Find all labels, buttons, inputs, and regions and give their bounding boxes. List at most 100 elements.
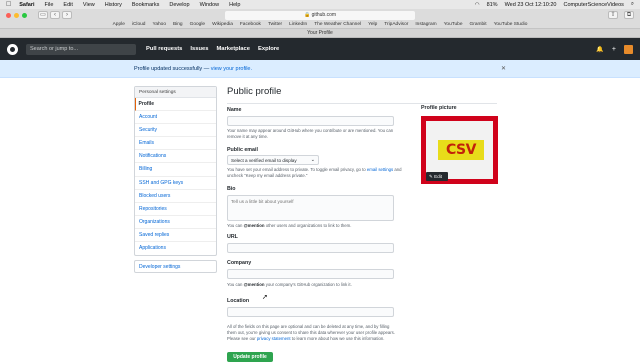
favorite-link[interactable]: Wikipedia — [212, 22, 233, 27]
user-name[interactable]: ComputerScienceVideos — [563, 2, 623, 8]
menu-view[interactable]: View — [83, 2, 95, 8]
settings-sidebar: Personal settings Profile Account Securi… — [134, 86, 217, 257]
share-icon[interactable]: ⇧ — [608, 11, 618, 19]
menu-help[interactable]: Help — [229, 2, 240, 8]
company-note: You can @mention your company's GitHub o… — [227, 282, 402, 288]
nav-marketplace[interactable]: Marketplace — [216, 46, 250, 52]
email-note-text: You have set your email address to priva… — [227, 167, 366, 172]
wifi-icon[interactable]: ◠ — [475, 2, 480, 8]
safari-toolbar: ▭ ‹ › 🔒 github.com ⇧ ⧉ — [0, 9, 640, 21]
favorite-link[interactable]: Instagram — [415, 22, 436, 27]
tabs-icon[interactable]: ⧉ — [624, 11, 634, 19]
search-input[interactable] — [26, 43, 136, 55]
favorite-link[interactable]: TripAdvisor — [384, 22, 408, 27]
favorite-link[interactable]: Apple — [113, 22, 125, 27]
sidebar-item-security[interactable]: Security — [135, 124, 216, 138]
apple-menu-icon[interactable]:  — [6, 1, 11, 8]
favorite-link[interactable]: YouTube — [444, 22, 463, 27]
public-email-label: Public email — [227, 147, 258, 153]
notifications-bell-icon[interactable]: 🔔 — [596, 46, 603, 53]
address-bar[interactable]: 🔒 github.com — [225, 10, 415, 20]
sidebar-item-organizations[interactable]: Organizations — [135, 216, 216, 229]
menu-window[interactable]: Window — [200, 2, 220, 8]
company-label: Company — [227, 260, 252, 266]
macos-menubar:  Safari File Edit View History Bookmark… — [0, 0, 640, 9]
name-field[interactable] — [227, 116, 394, 126]
favorite-link[interactable]: Grambit — [470, 22, 487, 27]
nav-pull-requests[interactable]: Pull requests — [146, 46, 182, 52]
sidebar-item-repositories[interactable]: Repositories — [135, 203, 216, 216]
sidebar-item-billing[interactable]: Billing — [135, 163, 216, 177]
favorite-link[interactable]: Facebook — [240, 22, 261, 27]
minimize-window-icon[interactable] — [14, 12, 19, 18]
new-plus-icon[interactable]: + — [612, 46, 616, 53]
avatar[interactable] — [624, 44, 633, 54]
favorite-link[interactable]: Google — [190, 22, 205, 27]
back-icon[interactable]: ‹ — [50, 11, 60, 19]
github-header: Pull requests Issues Marketplace Explore… — [0, 38, 640, 60]
menu-bookmarks[interactable]: Bookmarks — [132, 2, 160, 8]
close-icon[interactable]: ✕ — [501, 60, 506, 78]
forward-icon[interactable]: › — [62, 11, 72, 19]
favorite-link[interactable]: YouTube Studio — [494, 22, 528, 27]
chevron-down-icon: ⌄ — [310, 157, 315, 163]
sidebar-item-saved-replies[interactable]: Saved replies — [135, 229, 216, 243]
company-field[interactable] — [227, 269, 394, 279]
sidebar-toggle-icon[interactable]: ▭ — [38, 11, 48, 19]
name-label: Name — [227, 107, 242, 113]
consent-note: All of the fields on this page are optio… — [227, 324, 399, 342]
sidebar-heading: Personal settings — [135, 87, 216, 98]
menu-history[interactable]: History — [105, 2, 122, 8]
consent-note-text-2: to learn more about how we use this info… — [291, 336, 385, 341]
name-note: Your name may appear around GitHub where… — [227, 128, 394, 139]
favorite-link[interactable]: iCloud — [132, 22, 146, 27]
tab-your-profile[interactable]: Your Profile — [0, 29, 640, 38]
flash-message: Profile updated successfully — — [134, 66, 210, 72]
favorite-link[interactable]: Twitter — [268, 22, 282, 27]
menu-edit[interactable]: Edit — [63, 2, 72, 8]
url-field[interactable] — [227, 243, 394, 253]
favorite-link[interactable]: Yelp — [368, 22, 377, 27]
nav-issues[interactable]: Issues — [190, 46, 208, 52]
profile-picture-inner: CSV — [426, 121, 493, 179]
sidebar-item-emails[interactable]: Emails — [135, 137, 216, 151]
edit-picture-button[interactable]: ✎ Edit — [426, 172, 448, 181]
sidebar-item-developer-settings[interactable]: Developer settings — [134, 260, 217, 273]
update-profile-button[interactable]: Update profile — [227, 352, 273, 362]
location-field[interactable] — [227, 307, 394, 317]
sidebar-item-applications[interactable]: Applications — [135, 242, 216, 255]
sidebar-item-profile[interactable]: Profile — [135, 98, 216, 112]
zoom-window-icon[interactable] — [22, 12, 27, 18]
company-note-text: You can — [227, 282, 243, 287]
menu-safari[interactable]: Safari — [19, 2, 34, 8]
location-label: Location — [227, 298, 250, 304]
battery-percent[interactable]: 81% — [487, 2, 498, 8]
favorite-link[interactable]: Bing — [173, 22, 183, 27]
public-email-selected: Select a verified email to display — [231, 158, 297, 163]
sidebar-item-notifications[interactable]: Notifications — [135, 150, 216, 164]
sidebar-item-blocked-users[interactable]: Blocked users — [135, 190, 216, 203]
profile-picture-label: Profile picture — [421, 105, 457, 111]
email-note: You have set your email address to priva… — [227, 167, 402, 179]
bio-note: You can @mention other users and organiz… — [227, 223, 402, 229]
nav-explore[interactable]: Explore — [258, 46, 279, 52]
public-email-select[interactable]: Select a verified email to display ⌄ — [227, 155, 319, 165]
bio-textarea[interactable] — [227, 195, 394, 221]
favorite-link[interactable]: Yahoo — [152, 22, 166, 27]
view-profile-link[interactable]: view your profile. — [211, 66, 252, 72]
menu-file[interactable]: File — [45, 2, 54, 8]
url-text: github.com — [311, 11, 337, 18]
close-window-icon[interactable] — [6, 12, 11, 18]
email-settings-link[interactable]: email settings — [367, 167, 393, 172]
privacy-statement-link[interactable]: privacy statement — [257, 336, 291, 341]
clock[interactable]: Wed 23 Oct 12:10:20 — [505, 2, 557, 8]
menu-develop[interactable]: Develop — [169, 2, 189, 8]
favorite-link[interactable]: The Weather Channel — [314, 22, 361, 27]
sidebar-item-ssh-gpg-keys[interactable]: SSH and GPG keys — [135, 177, 216, 190]
bio-note-text: You can — [227, 223, 243, 228]
github-logo-icon[interactable] — [7, 43, 18, 55]
search-icon[interactable]: ⌕ — [631, 1, 634, 8]
favorite-link[interactable]: LinkedIn — [289, 22, 307, 27]
sidebar-item-account[interactable]: Account — [135, 111, 216, 125]
company-mention: @mention — [243, 282, 265, 287]
